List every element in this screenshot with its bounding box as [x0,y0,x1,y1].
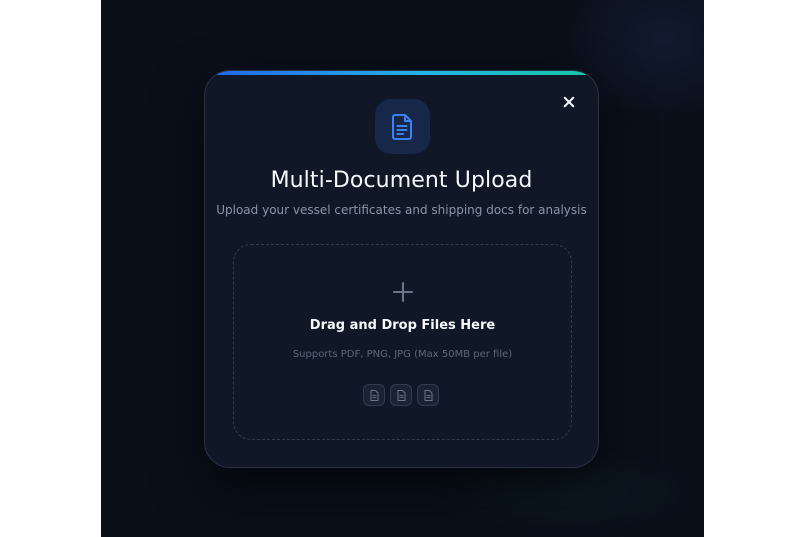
modal-subtitle: Upload your vessel certificates and ship… [216,203,587,217]
document-icon [391,113,412,140]
upload-modal: Multi-Document Upload Upload your vessel… [204,70,599,468]
file-type-icons [363,384,443,406]
dropzone-hint: Supports PDF, PNG, JPG (Max 50MB per fil… [292,349,513,360]
accent-bar [205,71,598,75]
file-icon [417,384,439,406]
modal-title: Multi-Document Upload [270,168,533,193]
plus-icon [393,282,413,302]
dropzone-title: Drag and Drop Files Here [309,318,496,333]
file-dropzone[interactable]: Drag and Drop Files Here Supports PDF, P… [233,244,572,440]
close-icon[interactable] [560,93,578,111]
file-icon [363,384,385,406]
document-icon-tile [375,99,430,154]
file-icon [390,384,412,406]
